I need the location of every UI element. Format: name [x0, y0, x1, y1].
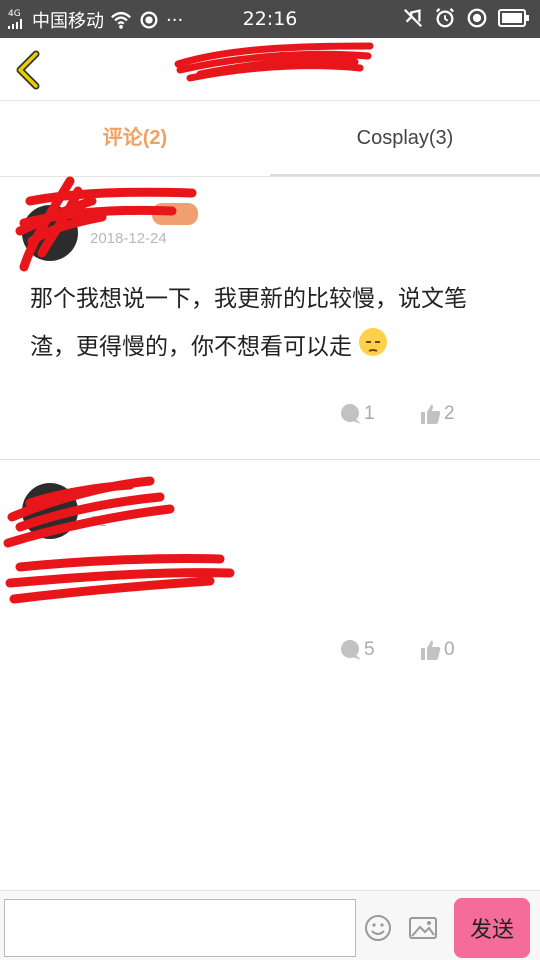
- silent-mode-icon: [403, 8, 423, 28]
- reply-count: 5: [364, 639, 375, 660]
- title-redaction-scribble: [174, 42, 374, 82]
- comment-date: 01: [90, 513, 107, 530]
- tab-cosplay[interactable]: Cosplay(3): [270, 101, 540, 176]
- reply-button[interactable]: 5: [340, 639, 375, 661]
- back-button[interactable]: [12, 50, 46, 90]
- comment-content: 那个我想说一下，我更新的比较慢，说文笔渣，更得慢的，你不想看可以走: [30, 275, 510, 371]
- user-level-badge: [152, 203, 198, 225]
- emoji-icon[interactable]: [363, 913, 393, 943]
- comment-item: 01 5 0: [0, 461, 540, 691]
- comment-input[interactable]: [4, 899, 356, 957]
- status-bar: 4G 中国移动 ··· 22:16: [0, 0, 540, 38]
- comment-bubble-icon: [341, 640, 361, 660]
- unamused-face-icon: [366, 341, 381, 352]
- comment-date: 2018-12-24: [90, 230, 167, 247]
- title-bar: [0, 38, 540, 101]
- chevron-left-icon: [16, 50, 40, 90]
- comment-item: 2018-12-24 那个我想说一下，我更新的比较慢，说文笔渣，更得慢的，你不想…: [0, 176, 540, 460]
- unamused-face-emoji: [359, 328, 388, 356]
- comment-actions: 5 0: [340, 639, 540, 669]
- avatar[interactable]: [22, 483, 78, 539]
- status-right: [402, 7, 530, 29]
- reply-button[interactable]: 1: [340, 403, 375, 425]
- avatar[interactable]: [22, 205, 78, 261]
- comment-bubble-icon: [341, 404, 361, 424]
- reply-count: 1: [364, 403, 375, 424]
- like-button[interactable]: 2: [420, 403, 455, 425]
- comment-actions: 1 2: [340, 403, 540, 433]
- like-count: 2: [444, 403, 455, 424]
- image-icon[interactable]: [408, 913, 438, 943]
- do-not-disturb-icon: [467, 8, 487, 28]
- thumbs-up-icon: [421, 640, 441, 660]
- comment-text: 那个我想说一下，我更新的比较慢，说文笔渣，更得慢的，你不想看可以走: [30, 286, 467, 360]
- comment-input-bar: 发送: [0, 890, 540, 960]
- like-button[interactable]: 0: [420, 639, 455, 661]
- tab-bar: 评论(2) Cosplay(3): [0, 101, 540, 177]
- alarm-icon: [435, 8, 455, 28]
- tab-comments[interactable]: 评论(2): [0, 101, 270, 176]
- battery-icon: [498, 9, 529, 27]
- thumbs-up-icon: [421, 404, 441, 424]
- like-count: 0: [444, 639, 455, 660]
- send-button[interactable]: 发送: [454, 898, 530, 958]
